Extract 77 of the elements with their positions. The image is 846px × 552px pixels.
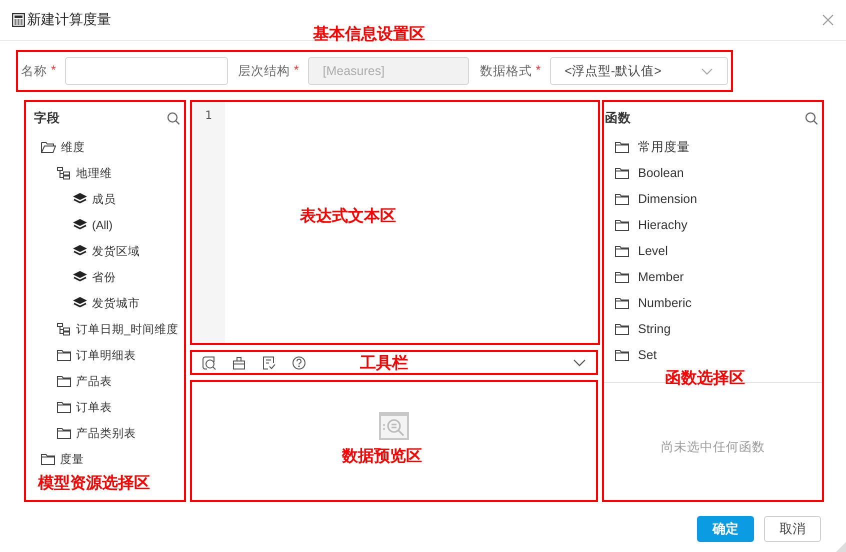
window-title: 新建计算度量 <box>27 11 112 29</box>
required-mark: * <box>51 62 56 78</box>
preview-placeholder-icon <box>379 412 409 440</box>
close-icon[interactable] <box>822 14 834 26</box>
function-category[interactable]: Set <box>638 348 657 362</box>
function-category[interactable]: Level <box>638 244 668 258</box>
tree-item[interactable]: 订单表 <box>76 400 112 414</box>
function-category[interactable]: Hierachy <box>638 218 688 232</box>
tree-item[interactable]: 产品表 <box>76 374 112 388</box>
resize-grip-icon[interactable] <box>836 542 846 552</box>
search-icon[interactable] <box>167 112 180 124</box>
folder-icon <box>615 271 629 283</box>
folder-icon <box>615 167 629 179</box>
folder-icon <box>615 245 629 257</box>
format-dropdown[interactable]: <浮点型-默认值> <box>550 57 728 85</box>
annotation-label: 基本信息设置区 <box>313 24 425 45</box>
function-category[interactable]: String <box>638 322 671 336</box>
folder-icon <box>615 297 629 309</box>
tree-item[interactable]: 度量 <box>60 452 84 466</box>
tree-item[interactable]: 订单日期_时间维度 <box>76 322 178 336</box>
layers-icon <box>73 219 87 231</box>
folder-icon <box>615 141 629 153</box>
folder-icon <box>57 349 71 361</box>
folder-icon <box>57 375 71 387</box>
tree-item[interactable]: 维度 <box>61 140 85 154</box>
line-number: 1 <box>204 108 213 122</box>
function-category[interactable]: Boolean <box>638 166 684 180</box>
folder-icon <box>57 401 71 413</box>
field-label: 名称 <box>21 62 47 80</box>
folder-icon <box>41 453 55 465</box>
expression-editor[interactable]: 1 表达式文本区 <box>190 100 600 345</box>
annotation-label: 函数选择区 <box>665 368 745 389</box>
hierarchy-icon <box>57 322 71 336</box>
tree-item[interactable]: 订单明细表 <box>76 348 136 362</box>
tree-item[interactable]: 发货城市 <box>92 296 140 310</box>
tree-item[interactable]: 发货区域 <box>92 244 140 258</box>
search-document-icon[interactable] <box>202 356 216 370</box>
checked-document-icon[interactable] <box>262 356 276 370</box>
chevron-down-icon[interactable] <box>573 358 586 366</box>
layers-icon <box>73 193 87 205</box>
function-category[interactable]: Dimension <box>638 192 698 206</box>
required-mark: * <box>536 62 541 78</box>
folder-icon <box>615 323 629 335</box>
annotation-label: 数据预览区 <box>342 446 422 467</box>
field-label: 数据格式 <box>480 62 532 80</box>
hierarchy-icon <box>57 166 71 180</box>
layers-icon <box>73 271 87 283</box>
tree-item[interactable]: 产品类别表 <box>76 426 136 440</box>
tree-item[interactable]: (All) <box>92 218 113 232</box>
function-category[interactable]: Numberic <box>638 296 692 310</box>
panel-title: 函数 <box>605 110 631 126</box>
folder-icon <box>615 193 629 205</box>
function-category[interactable]: Member <box>638 270 684 284</box>
folder-icon <box>615 349 629 361</box>
folder-icon <box>615 219 629 231</box>
search-icon[interactable] <box>805 112 818 124</box>
function-category[interactable]: 常用度量 <box>638 138 690 156</box>
annotation-label: 工具栏 <box>360 354 408 374</box>
briefcase-icon[interactable] <box>232 356 246 370</box>
required-mark: * <box>294 62 299 78</box>
annotation-label: 模型资源选择区 <box>38 474 150 494</box>
cancel-button[interactable]: 取消 <box>764 516 821 542</box>
help-icon[interactable] <box>292 356 306 370</box>
panel-title: 字段 <box>34 110 60 126</box>
layers-icon <box>73 297 87 309</box>
tree-item[interactable]: 成员 <box>92 192 116 206</box>
folder-icon <box>57 427 71 439</box>
annotation-label: 表达式文本区 <box>300 206 396 227</box>
tree-item[interactable]: 地理维 <box>76 166 112 180</box>
tree-item[interactable]: 省份 <box>92 270 116 284</box>
calculator-icon <box>12 13 25 27</box>
layers-icon <box>73 245 87 257</box>
empty-message: 尚未选中任何函数 <box>660 439 766 456</box>
name-field[interactable] <box>64 57 228 85</box>
open-folder-icon <box>41 141 56 153</box>
chevron-down-icon <box>700 68 713 74</box>
field-label: 层次结构 <box>238 62 290 80</box>
